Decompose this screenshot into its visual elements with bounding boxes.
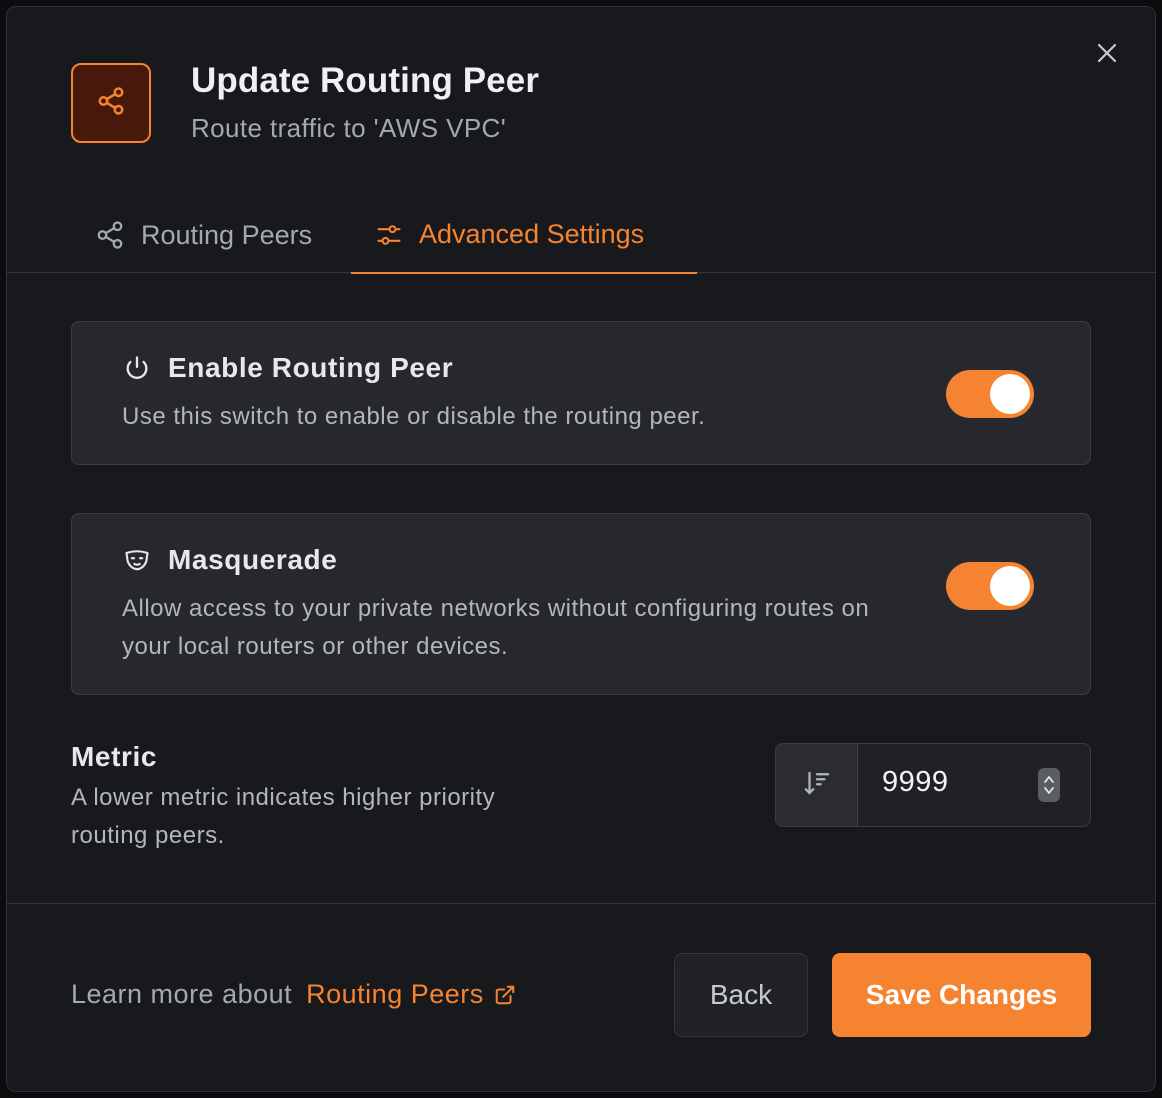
tab-label: Routing Peers (141, 219, 313, 250)
external-link-icon (494, 984, 516, 1006)
masquerade-description: Allow access to your private networks wi… (122, 595, 870, 660)
masquerade-heading: Masquerade (122, 544, 337, 576)
tab-advanced-settings[interactable]: Advanced Settings (351, 197, 697, 274)
enable-routing-peer-toggle[interactable] (946, 370, 1034, 418)
footer-divider (7, 903, 1155, 904)
mask-icon (122, 545, 152, 575)
sort-descending-icon (802, 768, 832, 803)
back-button[interactable]: Back (674, 953, 808, 1037)
enable-routing-peer-heading: Enable Routing Peer (122, 352, 453, 384)
enable-routing-peer-card: Enable Routing Peer Use this switch to e… (71, 321, 1091, 465)
share-network-icon (96, 86, 126, 121)
update-routing-peer-dialog: Update Routing Peer Route traffic to 'AW… (6, 6, 1156, 1092)
metric-title: Metric (71, 741, 158, 772)
metric-description: A lower metric indicates higher priority… (71, 784, 496, 849)
masquerade-toggle[interactable] (946, 562, 1034, 610)
toggle-knob (990, 374, 1030, 414)
tab-label: Advanced Settings (419, 219, 645, 249)
tab-bar: Routing Peers Advanced Settings (7, 197, 1155, 274)
metric-stepper[interactable] (1038, 768, 1060, 802)
close-icon (1096, 42, 1118, 69)
masquerade-title: Masquerade (168, 544, 338, 575)
metric-value[interactable]: 9999 (882, 766, 949, 799)
enable-routing-peer-description: Use this switch to enable or disable the… (122, 403, 706, 430)
masquerade-card: Masquerade Allow access to your private … (71, 513, 1091, 695)
learn-more-text: Learn more about (71, 979, 293, 1009)
dialog-subtitle: Route traffic to 'AWS VPC' (191, 113, 507, 143)
power-icon (122, 353, 152, 383)
metric-input[interactable]: 9999 (775, 743, 1091, 827)
dialog-title: Update Routing Peer (191, 61, 540, 100)
toggle-knob (990, 566, 1030, 606)
header-icon-box (71, 63, 151, 143)
enable-routing-peer-title: Enable Routing Peer (168, 352, 454, 383)
tab-routing-peers[interactable]: Routing Peers (71, 197, 336, 273)
metric-prefix (776, 744, 858, 826)
sliders-icon (375, 221, 403, 249)
learn-more: Learn more about Routing Peers (71, 979, 516, 1010)
link-label: Routing Peers (306, 979, 484, 1009)
close-button[interactable] (1091, 39, 1123, 71)
share-network-icon (95, 220, 125, 250)
save-changes-button[interactable]: Save Changes (832, 953, 1091, 1037)
routing-peers-docs-link[interactable]: Routing Peers (306, 979, 516, 1010)
